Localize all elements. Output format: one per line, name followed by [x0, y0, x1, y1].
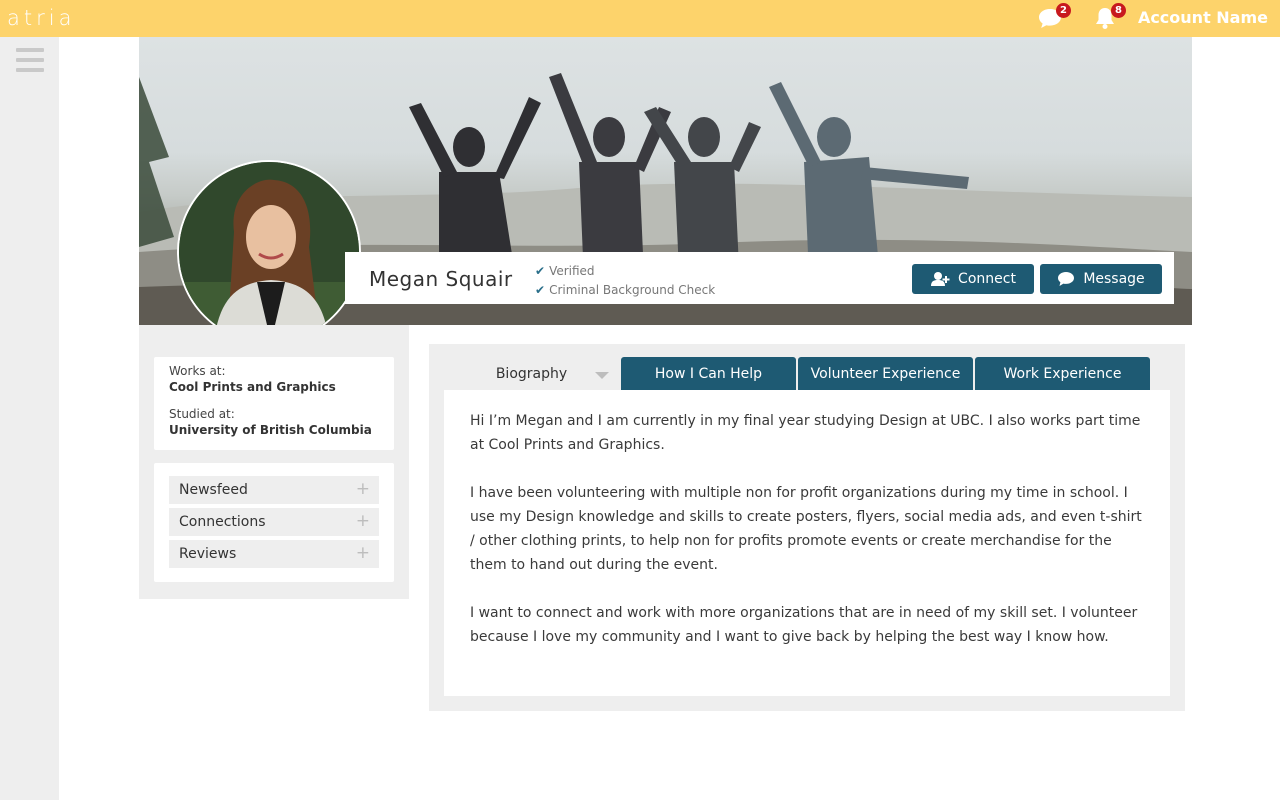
message-button[interactable]: Message: [1040, 264, 1162, 294]
side-rail: [0, 37, 59, 800]
profile-avatar[interactable]: [177, 160, 361, 344]
work-education-card: Works at: Cool Prints and Graphics Studi…: [154, 357, 394, 450]
nav-item-newsfeed[interactable]: Newsfeed +: [169, 476, 379, 504]
account-name-menu[interactable]: Account Name: [1138, 8, 1268, 27]
profile-nav-card: Newsfeed + Connections + Reviews +: [154, 463, 394, 582]
bio-paragraph: I want to connect and work with more org…: [470, 605, 1138, 645]
tab-volunteer-experience[interactable]: Volunteer Experience: [798, 357, 973, 390]
studied-at-value: University of British Columbia: [169, 423, 372, 437]
works-at-value: Cool Prints and Graphics: [169, 380, 336, 394]
top-bar: atria 2 8 Account Name: [0, 0, 1280, 37]
messages-button[interactable]: 2: [1037, 3, 1071, 31]
profile-header: Megan Squair ✔ Verified ✔ Criminal Backgro…: [345, 252, 1174, 304]
plus-icon: +: [355, 543, 370, 563]
nav-item-reviews[interactable]: Reviews +: [169, 540, 379, 568]
profile-name: Megan Squair: [369, 267, 513, 291]
verification-badges: ✔ Verified ✔ Criminal Background Check: [535, 262, 715, 300]
app-logo[interactable]: atria: [7, 6, 75, 30]
connect-button[interactable]: Connect: [912, 264, 1034, 294]
tab-work-experience[interactable]: Work Experience: [975, 357, 1150, 390]
hamburger-menu-icon[interactable]: [16, 48, 44, 74]
notifications-count-badge: 8: [1111, 3, 1126, 18]
bio-paragraph: Hi I’m Megan and I am currently in my fi…: [470, 413, 1141, 453]
tab-biography[interactable]: Biography: [444, 357, 619, 390]
background-check-badge: ✔ Criminal Background Check: [535, 283, 716, 297]
plus-icon: +: [355, 479, 370, 499]
caret-down-icon: [595, 372, 609, 379]
nav-item-connections[interactable]: Connections +: [169, 508, 379, 536]
check-icon: ✔: [535, 264, 546, 278]
check-icon: ✔: [535, 283, 546, 297]
add-user-icon: [931, 272, 950, 286]
tab-how-i-can-help[interactable]: How I Can Help: [621, 357, 796, 390]
verified-badge: ✔ Verified: [535, 264, 595, 278]
plus-icon: +: [355, 511, 370, 531]
notifications-button[interactable]: 8: [1092, 3, 1126, 31]
works-at-label: Works at:: [169, 364, 226, 378]
bio-paragraph: I have been volunteering with multiple n…: [470, 485, 1142, 573]
messages-count-badge: 2: [1056, 3, 1071, 18]
speech-bubble-icon: [1058, 272, 1075, 286]
studied-at-label: Studied at:: [169, 407, 235, 421]
biography-content: Hi I’m Megan and I am currently in my fi…: [444, 390, 1170, 696]
profile-photo: [179, 162, 359, 342]
